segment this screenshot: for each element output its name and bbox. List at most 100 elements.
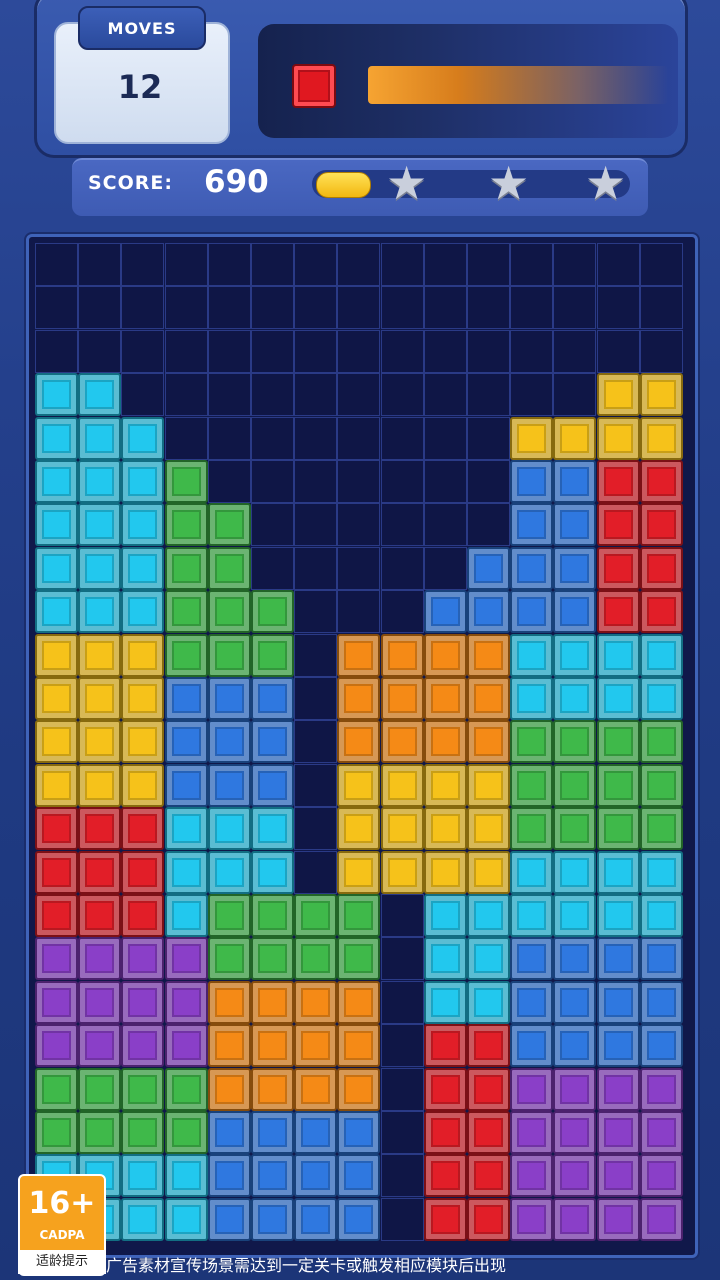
block-blue[interactable] <box>553 546 597 590</box>
block-cyan[interactable] <box>510 633 554 677</box>
block-purple[interactable] <box>35 1024 78 1068</box>
block-cyan[interactable] <box>639 633 683 677</box>
block-blue[interactable] <box>423 590 467 634</box>
block-blue[interactable] <box>164 720 208 764</box>
block-green[interactable] <box>121 1067 165 1111</box>
block-red[interactable] <box>121 807 165 851</box>
block-cyan[interactable] <box>553 677 597 720</box>
block-yellow[interactable] <box>78 763 122 807</box>
block-blue[interactable] <box>510 503 554 547</box>
block-yellow[interactable] <box>639 416 683 460</box>
block-blue[interactable] <box>596 980 640 1024</box>
block-yellow[interactable] <box>78 677 122 720</box>
block-red[interactable] <box>423 1024 467 1068</box>
block-cyan[interactable] <box>164 1154 208 1198</box>
block-orange[interactable] <box>337 1024 381 1068</box>
block-cyan[interactable] <box>553 894 597 937</box>
block-green[interactable] <box>164 1067 208 1111</box>
block-blue[interactable] <box>207 1154 251 1198</box>
block-blue[interactable] <box>251 720 294 764</box>
block-blue[interactable] <box>337 1111 381 1154</box>
block-cyan[interactable] <box>78 460 122 503</box>
block-green[interactable] <box>294 894 338 937</box>
block-red[interactable] <box>596 590 640 634</box>
block-purple[interactable] <box>553 1197 597 1241</box>
block-red[interactable] <box>423 1067 467 1111</box>
block-red[interactable] <box>639 503 683 547</box>
block-purple[interactable] <box>121 980 165 1024</box>
block-yellow[interactable] <box>337 763 381 807</box>
block-orange[interactable] <box>380 720 424 764</box>
block-cyan[interactable] <box>35 503 78 547</box>
block-yellow[interactable] <box>35 633 78 677</box>
block-cyan[interactable] <box>423 894 467 937</box>
block-cyan[interactable] <box>510 894 554 937</box>
block-green[interactable] <box>337 894 381 937</box>
block-cyan[interactable] <box>164 850 208 894</box>
block-green[interactable] <box>164 546 208 590</box>
block-red[interactable] <box>596 460 640 503</box>
block-orange[interactable] <box>337 677 381 720</box>
block-green[interactable] <box>251 937 294 981</box>
block-purple[interactable] <box>121 937 165 981</box>
block-green[interactable] <box>164 460 208 503</box>
block-yellow[interactable] <box>467 763 510 807</box>
block-yellow[interactable] <box>380 807 424 851</box>
block-blue[interactable] <box>553 937 597 981</box>
block-cyan[interactable] <box>121 503 165 547</box>
block-green[interactable] <box>251 894 294 937</box>
block-red[interactable] <box>423 1197 467 1241</box>
block-cyan[interactable] <box>78 503 122 547</box>
block-blue[interactable] <box>207 763 251 807</box>
block-yellow[interactable] <box>423 807 467 851</box>
block-purple[interactable] <box>78 1024 122 1068</box>
block-cyan[interactable] <box>467 937 510 981</box>
block-cyan[interactable] <box>423 980 467 1024</box>
block-green[interactable] <box>207 633 251 677</box>
block-cyan[interactable] <box>596 633 640 677</box>
block-green[interactable] <box>553 807 597 851</box>
block-green[interactable] <box>337 937 381 981</box>
block-blue[interactable] <box>294 1154 338 1198</box>
block-blue[interactable] <box>251 1111 294 1154</box>
block-cyan[interactable] <box>207 807 251 851</box>
block-cyan[interactable] <box>510 850 554 894</box>
block-cyan[interactable] <box>121 546 165 590</box>
block-cyan[interactable] <box>35 546 78 590</box>
block-red[interactable] <box>467 1024 510 1068</box>
block-purple[interactable] <box>596 1197 640 1241</box>
block-blue[interactable] <box>510 1024 554 1068</box>
block-green[interactable] <box>596 807 640 851</box>
block-cyan[interactable] <box>35 416 78 460</box>
block-purple[interactable] <box>78 980 122 1024</box>
block-cyan[interactable] <box>78 416 122 460</box>
block-green[interactable] <box>251 590 294 634</box>
block-red[interactable] <box>596 546 640 590</box>
block-orange[interactable] <box>337 1067 381 1111</box>
block-yellow[interactable] <box>121 677 165 720</box>
block-purple[interactable] <box>510 1154 554 1198</box>
block-purple[interactable] <box>35 980 78 1024</box>
block-purple[interactable] <box>164 980 208 1024</box>
block-blue[interactable] <box>639 937 683 981</box>
block-green[interactable] <box>510 763 554 807</box>
block-blue[interactable] <box>207 1197 251 1241</box>
block-cyan[interactable] <box>35 590 78 634</box>
block-yellow[interactable] <box>510 416 554 460</box>
block-green[interactable] <box>207 546 251 590</box>
block-orange[interactable] <box>251 980 294 1024</box>
block-yellow[interactable] <box>467 807 510 851</box>
block-blue[interactable] <box>639 980 683 1024</box>
block-yellow[interactable] <box>380 850 424 894</box>
block-purple[interactable] <box>78 937 122 981</box>
block-blue[interactable] <box>510 937 554 981</box>
block-blue[interactable] <box>251 1154 294 1198</box>
block-cyan[interactable] <box>467 980 510 1024</box>
block-blue[interactable] <box>553 980 597 1024</box>
block-green[interactable] <box>251 633 294 677</box>
block-green[interactable] <box>510 720 554 764</box>
block-red[interactable] <box>467 1111 510 1154</box>
block-purple[interactable] <box>121 1024 165 1068</box>
block-red[interactable] <box>423 1111 467 1154</box>
block-purple[interactable] <box>553 1154 597 1198</box>
